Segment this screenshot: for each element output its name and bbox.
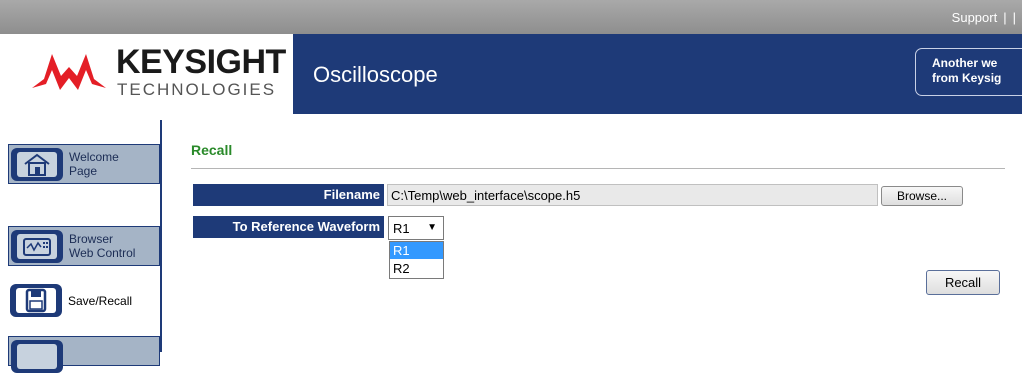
- sidebar-item-label: Welcome Page: [69, 150, 119, 178]
- promo-line-1: Another we: [932, 56, 998, 70]
- promo-banner[interactable]: Another we from Keysig: [915, 48, 1022, 96]
- support-link[interactable]: Support: [952, 10, 998, 25]
- promo-line-2: from Keysig: [932, 71, 1002, 85]
- sidebar-divider: [160, 120, 162, 352]
- filename-field[interactable]: [387, 184, 878, 206]
- recall-button[interactable]: Recall: [926, 270, 1000, 295]
- top-links: Support | |: [952, 10, 1022, 25]
- logo-wordmark: KEYSIGHT: [116, 43, 286, 81]
- sidebar-item-label: Browser Web Control: [69, 232, 136, 260]
- scope-icon: [11, 230, 63, 263]
- sidebar-item-welcome-page[interactable]: Welcome Page: [8, 144, 160, 184]
- filename-label: Filename: [193, 184, 384, 206]
- reference-waveform-label: To Reference Waveform: [193, 216, 384, 238]
- top-link-separator: |: [1003, 10, 1007, 25]
- keysight-wave-icon: [32, 54, 106, 90]
- chevron-down-icon: ▼: [427, 222, 437, 233]
- top-link-separator: |: [1012, 10, 1016, 25]
- dropdown-option-r1[interactable]: R1: [390, 242, 443, 259]
- reference-waveform-dropdown: R1 R2: [389, 241, 444, 279]
- keysight-logo[interactable]: KEYSIGHT TECHNOLOGIES: [0, 34, 293, 114]
- sidebar-item-icon: [11, 340, 63, 373]
- page-title: Recall: [191, 142, 233, 158]
- dropdown-option-r2[interactable]: R2: [390, 260, 443, 277]
- top-bar: Support | |: [0, 0, 1022, 34]
- logo-subtitle: TECHNOLOGIES: [117, 80, 277, 99]
- floppy-disk-icon: [10, 284, 62, 317]
- app-title: Oscilloscope: [313, 62, 438, 87]
- divider: [191, 168, 1005, 169]
- sidebar-item-label: Save/Recall: [68, 294, 133, 308]
- sidebar-item-save-recall[interactable]: Save/Recall: [8, 281, 160, 321]
- home-icon: [11, 148, 63, 181]
- select-value: R1: [393, 221, 410, 236]
- browse-button[interactable]: Browse...: [881, 186, 963, 206]
- reference-waveform-select[interactable]: R1 ▼: [388, 216, 444, 240]
- sidebar-item-browser-web-control[interactable]: Browser Web Control: [8, 226, 160, 266]
- header-banner: KEYSIGHT TECHNOLOGIES Oscilloscope Anoth…: [0, 34, 1022, 114]
- sidebar-item-next[interactable]: [8, 336, 160, 373]
